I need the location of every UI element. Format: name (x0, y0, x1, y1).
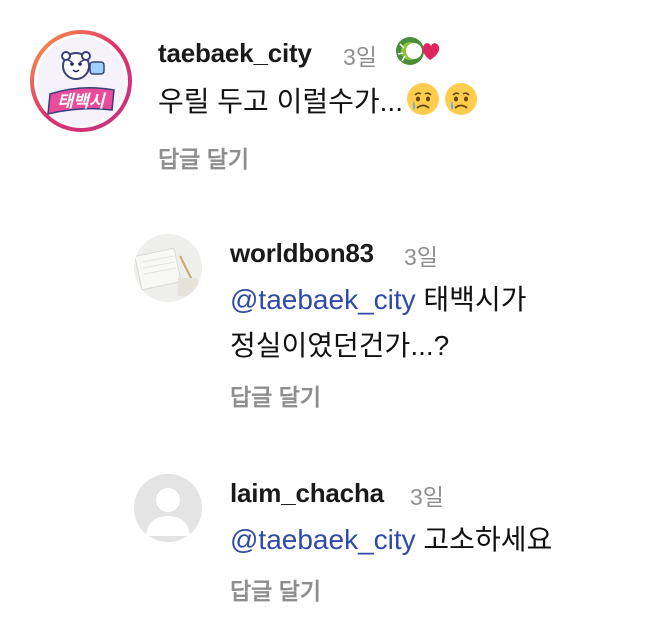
username[interactable]: laim_chacha (230, 478, 384, 509)
comment-text: @taebaek_city 태백시가 (230, 278, 526, 322)
default-user-icon (134, 474, 202, 542)
timestamp: 3일 (410, 484, 444, 510)
avatar[interactable]: 태백시 (28, 28, 134, 134)
timestamp: 3일 (404, 244, 438, 270)
reply-button[interactable]: 답글 달기 (158, 140, 249, 174)
comment-text-content: 우릴 두고 이럴수가... (158, 86, 403, 117)
svg-text:태백시: 태백시 (58, 92, 107, 112)
username[interactable]: taebaek_city (158, 38, 312, 69)
reply-button[interactable]: 답글 달기 (230, 378, 321, 412)
username[interactable]: worldbon83 (230, 238, 374, 269)
avatar[interactable] (134, 474, 202, 542)
timestamp: 3일 (343, 44, 377, 70)
badge-icon (392, 34, 448, 73)
avatar[interactable] (134, 234, 202, 302)
comment-text-content: 고소하세요 (415, 524, 553, 555)
comment-text-line1: 태백시가 (415, 284, 527, 315)
comment-text: 우릴 두고 이럴수가... (158, 80, 479, 130)
reply-laim-chacha: laim_chacha 3일 @taebaek_city 고소하세요 답글 달기 (0, 460, 651, 630)
crying-face-icon (405, 81, 441, 130)
mention-link[interactable]: @taebaek_city (230, 524, 416, 555)
comment-taebaek-city: 태백시 taebaek_city 3일 우릴 두고 이럴수가... 답글 달기 (0, 0, 651, 190)
taebaek-logo-icon: 태백시 (30, 30, 132, 132)
comment-text: @taebaek_city 고소하세요 (230, 518, 552, 562)
comment-text-line2: 정실이였던건가...? (230, 330, 450, 361)
reply-button[interactable]: 답글 달기 (230, 572, 321, 606)
reply-worldbon83: worldbon83 3일 @taebaek_city 태백시가 정실이였던건가… (0, 220, 651, 420)
crying-face-icon (443, 81, 479, 130)
notebook-photo-icon (134, 234, 202, 302)
mention-link[interactable]: @taebaek_city (230, 284, 416, 315)
